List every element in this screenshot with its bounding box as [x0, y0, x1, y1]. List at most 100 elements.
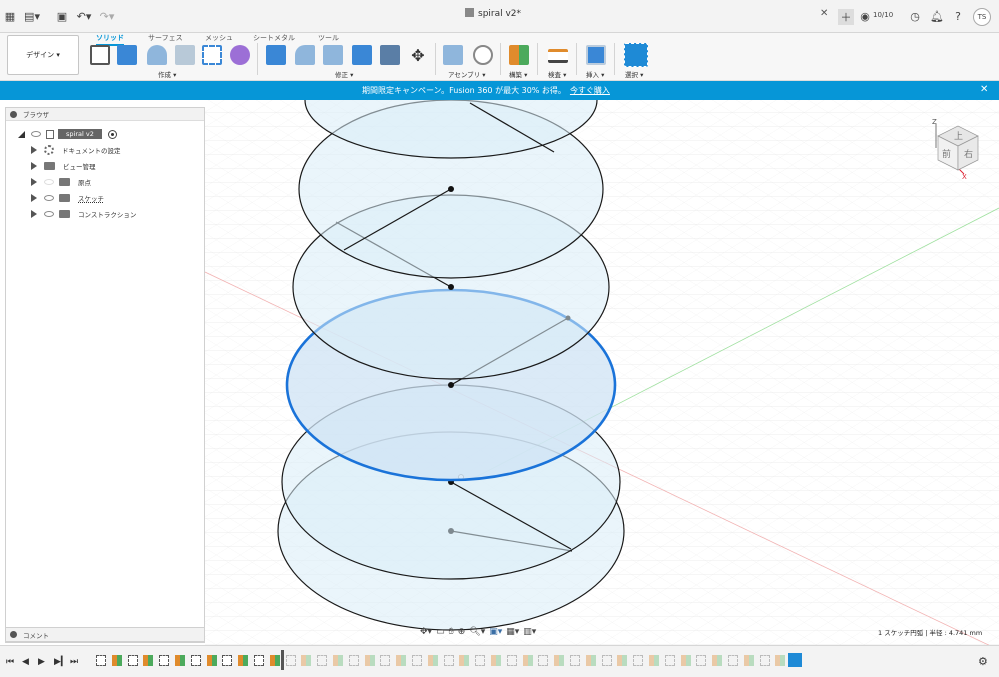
visibility-eye-icon[interactable]: [44, 195, 54, 201]
display-settings-icon[interactable]: ▣▾: [489, 627, 502, 637]
expand-triangle-icon[interactable]: [31, 162, 37, 170]
pattern-icon[interactable]: [202, 45, 222, 65]
go-to-start-icon[interactable]: ⏮: [6, 657, 14, 667]
expand-triangle-icon[interactable]: [31, 194, 37, 202]
grid-settings-icon[interactable]: ▦▾: [506, 627, 519, 637]
timeline-plane-icon[interactable]: [333, 655, 343, 666]
save-icon[interactable]: ▣: [55, 9, 69, 23]
timeline-sketch-icon[interactable]: [601, 655, 612, 666]
bell-icon[interactable]: 🔔︎: [930, 9, 944, 23]
tab-tools[interactable]: ツール: [318, 33, 339, 43]
tab-mesh[interactable]: メッシュ: [205, 33, 233, 43]
timeline-plane-icon[interactable]: [143, 655, 154, 666]
timeline-sketch-icon[interactable]: [664, 655, 675, 666]
timeline-sketch-icon[interactable]: [412, 655, 422, 666]
group-insert[interactable]: 挿入 ▾: [586, 69, 604, 79]
document-tab[interactable]: spiral v2*: [440, 8, 800, 19]
collapse-triangle-icon[interactable]: [18, 130, 25, 138]
expand-triangle-icon[interactable]: [31, 210, 37, 218]
timeline-plane-icon[interactable]: [111, 655, 122, 666]
job-count[interactable]: 10/10: [873, 11, 893, 19]
redo-icon[interactable]: ↷▾: [100, 9, 115, 23]
new-component-icon[interactable]: [443, 45, 463, 65]
group-create[interactable]: 作成 ▾: [158, 69, 176, 79]
avatar[interactable]: TS: [973, 8, 991, 26]
insert-image-icon[interactable]: [586, 45, 606, 65]
timeline-active-feature[interactable]: [788, 653, 802, 667]
viewports-icon[interactable]: ▥▾: [523, 627, 536, 637]
tree-item-named-views[interactable]: ビュー管理: [31, 159, 96, 173]
combine-icon[interactable]: [352, 45, 372, 65]
timeline-plane-icon[interactable]: [585, 655, 596, 666]
comment-bar[interactable]: コメント: [5, 627, 205, 642]
group-select[interactable]: 選択 ▾: [625, 69, 643, 79]
timeline-sketch-icon[interactable]: [443, 655, 454, 666]
tree-item-origin[interactable]: 原点: [31, 175, 91, 189]
timeline-sketch-icon[interactable]: [317, 655, 328, 666]
close-tab-icon[interactable]: ✕: [820, 8, 828, 19]
tab-surface[interactable]: サーフェス: [148, 33, 183, 43]
timeline-plane-icon[interactable]: [491, 655, 501, 666]
tree-item-sketches[interactable]: スケッチ: [31, 191, 104, 205]
timeline-plane-icon[interactable]: [301, 655, 312, 666]
play-icon[interactable]: ▶: [38, 657, 45, 667]
timeline-sketch-icon[interactable]: [254, 655, 264, 666]
timeline-sketch-icon[interactable]: [348, 655, 359, 666]
job-status-icon[interactable]: ◉: [858, 9, 872, 23]
viewcube[interactable]: Z X 上 前 右: [928, 118, 982, 181]
revolve-icon[interactable]: [147, 45, 167, 65]
close-icon[interactable]: ✕: [980, 84, 988, 95]
measure-icon[interactable]: [548, 49, 568, 63]
timeline-marker[interactable]: [281, 650, 284, 670]
timeline-plane-icon[interactable]: [238, 655, 249, 666]
visibility-eye-icon[interactable]: [44, 179, 54, 185]
visibility-eye-icon[interactable]: [44, 211, 54, 217]
timeline-sketch-icon[interactable]: [127, 655, 138, 666]
group-modify[interactable]: 修正 ▾: [335, 69, 353, 79]
timeline-sketch-icon[interactable]: [696, 655, 707, 666]
tree-item-construction[interactable]: コンストラクション: [31, 207, 136, 221]
go-to-end-icon[interactable]: ⏭: [70, 657, 78, 667]
tab-sheet-metal[interactable]: シートメタル: [253, 33, 295, 43]
undo-icon[interactable]: ↶▾: [77, 9, 92, 23]
offset-plane-icon[interactable]: [509, 45, 529, 65]
move-icon[interactable]: ✥: [408, 45, 428, 65]
timeline-plane-icon[interactable]: [743, 655, 754, 666]
fillet-icon[interactable]: [295, 45, 315, 65]
timeline-plane-icon[interactable]: [522, 655, 533, 666]
timeline-plane-icon[interactable]: [649, 655, 659, 666]
component-name[interactable]: spiral v2: [58, 129, 102, 139]
sketch-point[interactable]: [448, 186, 454, 192]
expand-triangle-icon[interactable]: [31, 178, 37, 186]
viewcube-top-face[interactable]: 上: [954, 131, 963, 142]
buy-now-link[interactable]: 今すぐ購入: [570, 86, 610, 95]
timeline-plane-icon[interactable]: [175, 655, 185, 666]
timeline-sketch-icon[interactable]: [96, 655, 106, 666]
group-inspect[interactable]: 検査 ▾: [548, 69, 566, 79]
app-grid-icon[interactable]: ▦: [3, 9, 17, 23]
joint-icon[interactable]: [473, 45, 493, 65]
timeline-sketch-icon[interactable]: [285, 655, 296, 666]
zoom-window-icon[interactable]: 🔍︎▾: [469, 627, 485, 637]
timeline-plane-icon[interactable]: [206, 655, 217, 666]
timeline-sketch-icon[interactable]: [759, 655, 770, 666]
timeline-plane-icon[interactable]: [269, 655, 280, 666]
timeline-sketch-icon[interactable]: [159, 655, 170, 666]
sketch-point[interactable]: [448, 284, 454, 290]
expand-triangle-icon[interactable]: [31, 146, 37, 154]
workspace-button[interactable]: デザイン ▾: [7, 35, 79, 75]
timeline-plane-icon[interactable]: [396, 655, 407, 666]
collapse-icon[interactable]: [10, 110, 17, 118]
viewcube-front-face[interactable]: 前: [942, 148, 951, 160]
timeline-plane-icon[interactable]: [680, 655, 691, 666]
select-icon[interactable]: [624, 43, 648, 67]
viewport-canvas[interactable]: [205, 100, 999, 645]
help-icon[interactable]: ?: [951, 9, 965, 23]
timeline-plane-icon[interactable]: [459, 655, 470, 666]
timeline-plane-icon[interactable]: [712, 655, 723, 666]
split-icon[interactable]: [380, 45, 400, 65]
timeline-plane-icon[interactable]: [427, 655, 438, 666]
file-menu-icon[interactable]: ▤▾: [24, 9, 40, 23]
extrude-icon[interactable]: [117, 45, 137, 65]
activate-radio-icon[interactable]: [107, 129, 117, 139]
